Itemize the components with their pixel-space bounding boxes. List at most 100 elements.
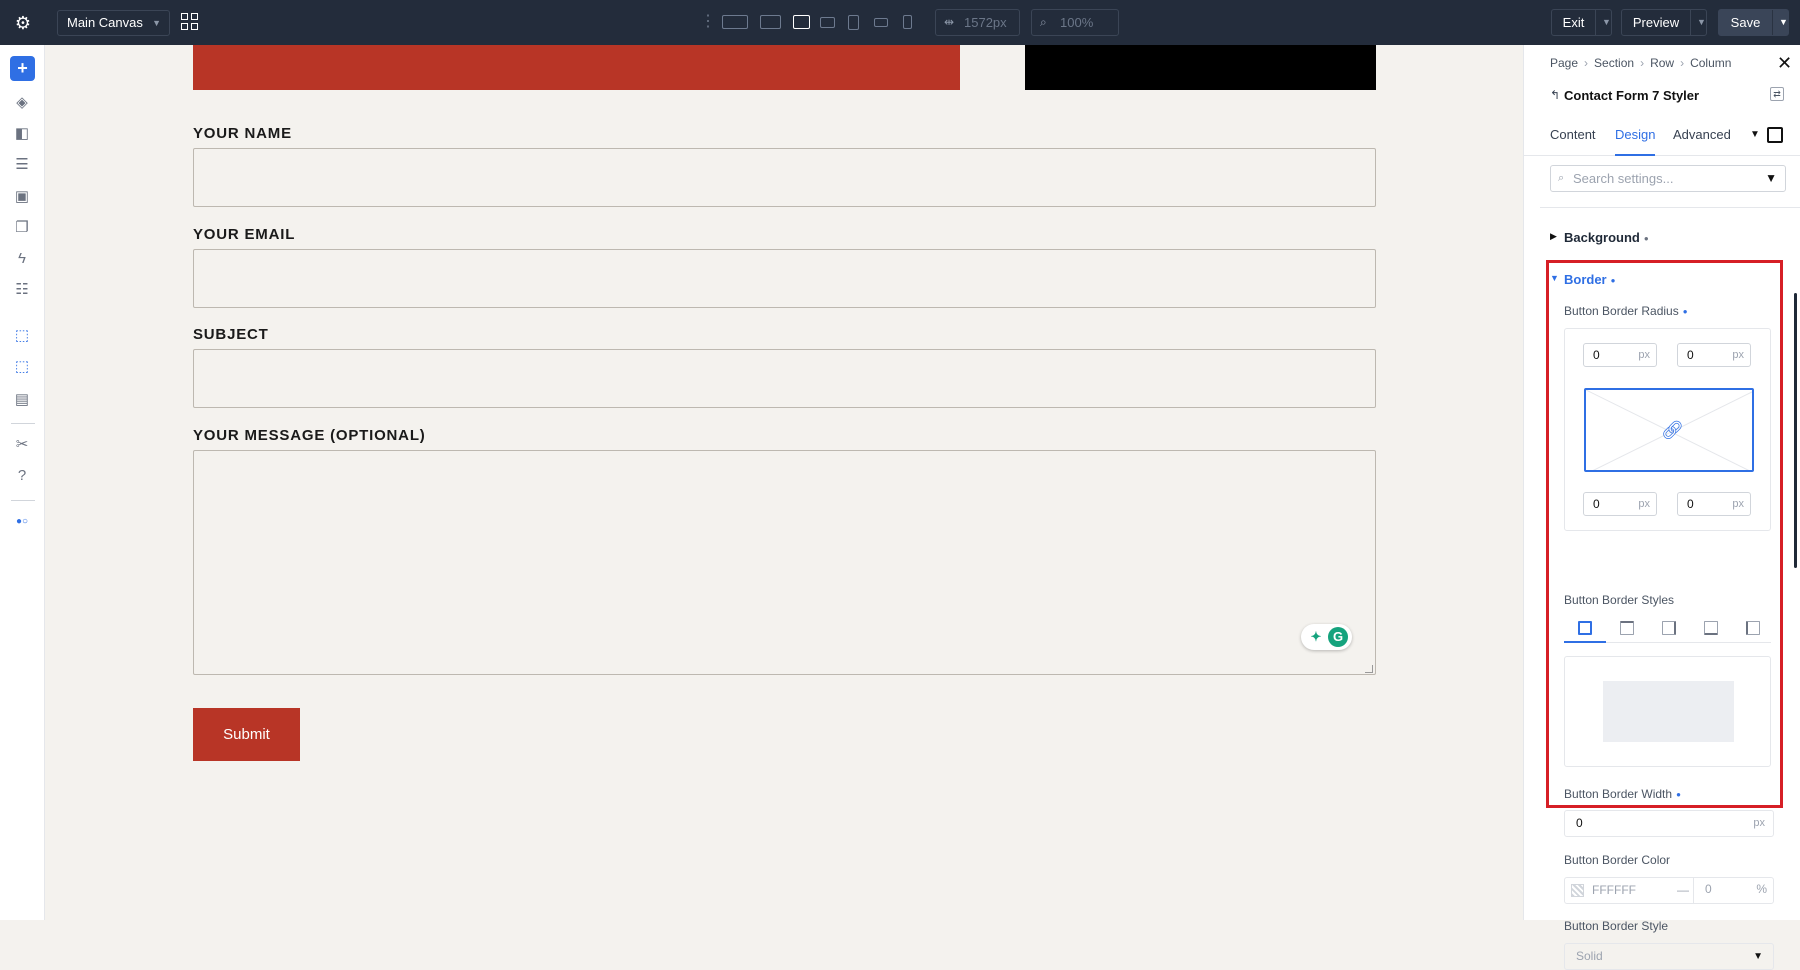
tab-advanced[interactable]: Advanced <box>1673 121 1731 156</box>
device-tablet-landscape-icon[interactable] <box>818 12 836 32</box>
theme-icon[interactable]: ◧ <box>12 124 32 144</box>
modified-dot-icon: ● <box>1610 276 1616 286</box>
filter-icon[interactable]: ▼ <box>1765 166 1777 191</box>
left-sidebar: + ◈ ◧ ☰ ▣ ❐ ϟ ☷ ⬚ ⬚ ▤ ✂ ? ●○ <box>0 45 45 920</box>
layout-icon[interactable]: ☷ <box>12 280 32 300</box>
divider <box>11 423 35 424</box>
border-bottom-icon[interactable] <box>1704 621 1718 635</box>
settings-search-input[interactable]: ⌕ Search settings... ▼ <box>1550 165 1786 192</box>
breadcrumb-page[interactable]: Page <box>1550 56 1578 70</box>
radius-bottom-right-input[interactable]: 0 px <box>1677 492 1751 516</box>
border-style-select[interactable]: Solid ▼ <box>1564 943 1774 970</box>
zoom-field[interactable]: ⌕ 100% <box>1031 9 1119 36</box>
width-label-text: Button Border Width <box>1564 787 1673 801</box>
name-label: YOUR NAME <box>193 125 292 142</box>
grammarly-widget[interactable]: ✦ G <box>1301 624 1352 650</box>
radius-top-left-input[interactable]: 0 px <box>1583 343 1657 367</box>
more-vertical-icon[interactable]: ⋮ <box>700 13 716 31</box>
tab-content[interactable]: Content <box>1550 121 1596 156</box>
cursor-multi-icon[interactable]: ⬚ <box>12 357 32 377</box>
chevron-down-icon[interactable]: ▼ <box>1697 10 1706 35</box>
device-desktop-wide-icon[interactable] <box>720 12 750 32</box>
zoom-value: 100% <box>1060 15 1094 30</box>
radius-bottom-left-input[interactable]: 0 px <box>1583 492 1657 516</box>
preview-button[interactable]: Preview ▼ <box>1621 9 1707 36</box>
canvas-width-field[interactable]: ⇹ 1572px <box>935 9 1020 36</box>
canvas-select-value: Main Canvas <box>67 15 143 30</box>
background-label: Background <box>1564 230 1640 245</box>
caret-down-icon[interactable]: ▼ <box>1550 273 1559 283</box>
device-desktop-icon[interactable] <box>758 12 782 32</box>
device-tablet-icon[interactable] <box>846 12 860 32</box>
border-right-icon[interactable] <box>1662 621 1676 635</box>
border-color-field[interactable]: FFFFFF — 0 % <box>1564 877 1774 904</box>
help-icon[interactable]: ? <box>12 466 32 486</box>
caret-right-icon[interactable]: ▶ <box>1550 231 1557 242</box>
hero-black-block <box>1025 45 1376 90</box>
breadcrumb-section[interactable]: Section <box>1594 56 1634 70</box>
subject-input[interactable] <box>193 349 1376 408</box>
form-icon[interactable]: ▣ <box>12 187 32 207</box>
border-width-input[interactable]: 0 px <box>1564 810 1774 837</box>
lightbulb-icon[interactable]: ✦ <box>1307 628 1325 646</box>
close-icon[interactable]: ✕ <box>1777 54 1792 72</box>
exit-button[interactable]: Exit ▼ <box>1551 9 1612 36</box>
border-top-icon[interactable] <box>1620 621 1634 635</box>
message-textarea[interactable]: ✦ G <box>193 450 1376 675</box>
resize-handle-icon[interactable] <box>1365 665 1373 673</box>
color-swatch-icon[interactable] <box>1571 884 1584 897</box>
chevron-down-icon[interactable]: ▼ <box>1779 10 1788 35</box>
template-icon[interactable]: ▤ <box>12 390 32 410</box>
cursor-icon[interactable]: ⬚ <box>12 326 32 346</box>
module-settings-icon[interactable]: ⇄ <box>1770 87 1784 101</box>
email-input[interactable] <box>193 249 1376 308</box>
device-laptop-icon[interactable] <box>792 12 810 32</box>
breadcrumb: Page › Section › Row › Column <box>1550 56 1731 70</box>
background-section-toggle[interactable]: Background ● <box>1564 230 1649 245</box>
radius-control: 0 px 0 px 🔗︎ 0 px 0 px <box>1564 328 1771 531</box>
hero-red-block <box>193 45 960 90</box>
panel-scrollbar[interactable] <box>1794 293 1797 568</box>
pages-icon[interactable]: ❐ <box>12 218 32 238</box>
border-all-icon[interactable] <box>1578 621 1592 635</box>
chevron-down-icon[interactable]: ▼ <box>1750 121 1760 149</box>
border-left-icon[interactable] <box>1746 621 1760 635</box>
grammarly-icon[interactable]: G <box>1328 627 1348 647</box>
border-section-toggle[interactable]: Border ● <box>1564 272 1615 287</box>
save-button[interactable]: Save ▼ <box>1718 9 1789 36</box>
database-icon[interactable]: ☰ <box>12 155 32 175</box>
divider <box>1690 10 1691 35</box>
toggle-icon[interactable]: ●○ <box>12 512 32 532</box>
chevron-down-icon: ▼ <box>152 18 161 28</box>
page-canvas: YOUR NAME YOUR EMAIL SUBJECT YOUR MESSAG… <box>45 45 1523 920</box>
name-input[interactable] <box>193 148 1376 207</box>
modified-dot-icon: ● <box>1643 234 1649 244</box>
breadcrumb-column[interactable]: Column <box>1690 56 1731 70</box>
radius-link-preview[interactable]: 🔗︎ <box>1584 388 1754 472</box>
unit-label: px <box>1753 817 1765 829</box>
chevron-down-icon[interactable]: ▼ <box>1602 10 1611 35</box>
submit-button[interactable]: Submit <box>193 708 300 761</box>
active-tab-underline <box>1564 641 1606 643</box>
canvas-select[interactable]: Main Canvas ▼ <box>57 10 170 36</box>
border-style-tabs <box>1564 617 1771 643</box>
unit-label: px <box>1732 349 1744 361</box>
radius-tl-value: 0 <box>1593 348 1600 362</box>
radius-top-right-input[interactable]: 0 px <box>1677 343 1751 367</box>
tab-design[interactable]: Design <box>1615 121 1656 156</box>
settings-gear-icon[interactable]: ⚙ <box>12 12 34 34</box>
grid-icon[interactable] <box>181 13 199 31</box>
back-icon[interactable]: ↰ <box>1550 88 1560 102</box>
chevron-right-icon: › <box>1640 56 1645 70</box>
device-phone-landscape-icon[interactable] <box>872 12 890 32</box>
opacity-input[interactable]: 0 % <box>1693 877 1775 904</box>
device-phone-icon[interactable] <box>900 12 914 32</box>
tools-icon[interactable]: ✂ <box>12 435 32 455</box>
link-icon[interactable]: 🔗︎ <box>1661 420 1684 440</box>
zoom-icon: ⌕ <box>1040 15 1047 29</box>
lightning-icon[interactable]: ϟ <box>12 249 32 269</box>
layers-icon[interactable]: ◈ <box>12 93 32 113</box>
layout-box-icon[interactable] <box>1767 127 1783 143</box>
add-icon[interactable]: + <box>10 56 35 81</box>
breadcrumb-row[interactable]: Row <box>1650 56 1674 70</box>
